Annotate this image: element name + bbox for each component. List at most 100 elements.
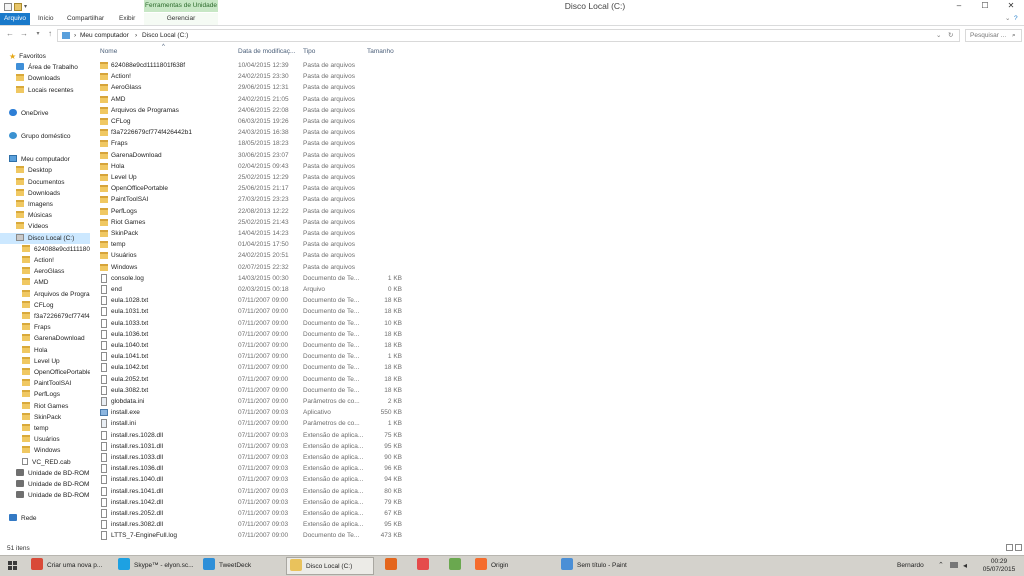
nav-item[interactable]: Vídeos xyxy=(16,221,48,232)
network-tray-icon[interactable] xyxy=(950,562,958,568)
column-name[interactable]: Nome xyxy=(100,47,117,57)
file-row[interactable]: LTTS_7-EngineFull.log 07/11/2007 09:00 Doc… xyxy=(98,530,408,541)
file-row[interactable]: Hola 02/04/2015 09:43 Pasta de arquivos xyxy=(98,161,408,172)
file-row[interactable]: install.res.3082.dll 07/11/2007 09:03 Exte… xyxy=(98,519,408,530)
nav-item[interactable]: Desktop xyxy=(16,165,52,176)
file-row[interactable]: SkinPack 14/04/2015 14:23 Pasta de arquivo… xyxy=(98,228,408,239)
file-row[interactable]: eula.2052.txt 07/11/2007 09:00 Documento d… xyxy=(98,374,408,385)
taskbar-item[interactable] xyxy=(440,557,470,575)
maximize-button[interactable]: ☐ xyxy=(972,0,998,12)
file-row[interactable]: install.res.1028.dll 07/11/2007 09:03 Exte… xyxy=(98,430,408,441)
file-row[interactable]: install.res.1036.dll 07/11/2007 09:03 Exte… xyxy=(98,463,408,474)
taskbar-item[interactable]: TweetDeck xyxy=(200,557,284,575)
file-row[interactable]: eula.1042.txt 07/11/2007 09:00 Documento d… xyxy=(98,362,408,373)
back-icon[interactable]: ← xyxy=(5,29,15,39)
address-dropdown-icon[interactable]: ⌄ xyxy=(936,30,941,41)
nav-item[interactable]: Windows xyxy=(22,445,60,456)
nav-item[interactable]: Fraps xyxy=(22,322,51,333)
nav-item[interactable]: f3a7226679cf774f426442b1 xyxy=(22,311,90,322)
tray-chevron-icon[interactable]: ⌃ xyxy=(938,561,944,569)
file-row[interactable]: Usuários 24/02/2015 20:51 Pasta de arquivo… xyxy=(98,250,408,261)
file-row[interactable]: console.log 14/03/2015 00:30 Documento de … xyxy=(98,273,408,284)
minimize-button[interactable]: – xyxy=(946,0,972,12)
file-row[interactable]: Action! 24/02/2015 23:30 Pasta de arquivos xyxy=(98,71,408,82)
file-row[interactable]: install.exe 07/11/2007 09:03 Aplicativo 550… xyxy=(98,407,408,418)
nav-item[interactable]: Documentos xyxy=(16,177,65,188)
file-row[interactable]: eula.1031.txt 07/11/2007 09:00 Documento d… xyxy=(98,306,408,317)
file-row[interactable]: Fraps 18/05/2015 18:23 Pasta de arquivos xyxy=(98,138,408,149)
breadcrumb-computer[interactable]: Meu computador xyxy=(80,30,129,41)
nav-item[interactable]: Rede xyxy=(9,513,37,524)
nav-item[interactable]: Arquivos de Programas xyxy=(22,289,90,300)
file-row[interactable]: install.res.1040.dll 07/11/2007 09:03 Exte… xyxy=(98,474,408,485)
taskbar-item[interactable]: Criar uma nova p... xyxy=(28,557,112,575)
nav-item[interactable]: GarenaDownload xyxy=(22,333,85,344)
nav-item[interactable]: Usuários xyxy=(22,434,60,445)
file-row[interactable]: eula.1041.txt 07/11/2007 09:00 Documento d… xyxy=(98,351,408,362)
nav-item[interactable]: VC_RED.cab xyxy=(22,457,71,468)
taskbar-item[interactable] xyxy=(408,557,438,575)
file-row[interactable]: install.res.1033.dll 07/11/2007 09:03 Exte… xyxy=(98,452,408,463)
nav-item[interactable]: SkinPack xyxy=(22,412,61,423)
taskbar-item[interactable]: Sem título - Paint xyxy=(558,557,642,575)
details-view-icon[interactable] xyxy=(1006,544,1013,551)
file-row[interactable]: Riot Games 25/02/2015 21:43 Pasta de arqui… xyxy=(98,217,408,228)
file-row[interactable]: PaintToolSAI 27/03/2015 23:23 Pasta de arq… xyxy=(98,194,408,205)
nav-item[interactable]: Músicas xyxy=(16,210,52,221)
nav-item[interactable]: OpenOfficePortable xyxy=(22,367,90,378)
nav-item[interactable]: Unidade de BD-ROM ( xyxy=(16,468,90,479)
file-row[interactable]: install.res.1042.dll 07/11/2007 09:03 Exte… xyxy=(98,497,408,508)
nav-item[interactable]: temp xyxy=(22,423,48,434)
nav-item[interactable]: Downloads xyxy=(16,188,60,199)
nav-item[interactable]: AeroGlass xyxy=(22,266,64,277)
file-row[interactable]: OpenOfficePortable 25/06/2015 21:17 Pasta … xyxy=(98,183,408,194)
volume-icon[interactable]: ◂ xyxy=(963,561,967,570)
properties-icon[interactable] xyxy=(4,2,12,11)
file-row[interactable]: GarenaDownload 30/06/2015 23:07 Pasta de a… xyxy=(98,150,408,161)
nav-item[interactable]: Unidade de BD-ROM ( xyxy=(16,479,90,490)
nav-item[interactable]: ★ Favoritos xyxy=(9,51,46,62)
taskbar-user[interactable]: Bernardo xyxy=(897,556,924,576)
nav-item[interactable]: Locais recentes xyxy=(16,85,74,96)
file-row[interactable]: AeroGlass 29/06/2015 12:31 Pasta de arquiv… xyxy=(98,82,408,93)
file-row[interactable]: install.res.1031.dll 07/11/2007 09:03 Exte… xyxy=(98,441,408,452)
nav-item[interactable]: OneDrive xyxy=(9,108,48,119)
nav-item[interactable]: Unidade de BD-ROM ( xyxy=(16,490,90,501)
file-row[interactable]: eula.1033.txt 07/11/2007 09:00 Documento d… xyxy=(98,318,408,329)
file-row[interactable]: Windows 02/07/2015 22:32 Pasta de arquivos xyxy=(98,262,408,273)
file-row[interactable]: PerfLogs 22/08/2013 12:22 Pasta de arquivo… xyxy=(98,206,408,217)
nav-item[interactable]: Área de Trabalho xyxy=(16,62,78,73)
nav-item[interactable]: Riot Games xyxy=(22,401,68,412)
nav-item[interactable]: Downloads xyxy=(16,73,60,84)
file-row[interactable]: eula.1028.txt 07/11/2007 09:00 Documento d… xyxy=(98,295,408,306)
nav-item[interactable]: 624088e9cd1111801f638f xyxy=(22,244,90,255)
nav-item[interactable]: Grupo doméstico xyxy=(9,131,71,142)
file-row[interactable]: eula.3082.txt 07/11/2007 09:00 Documento d… xyxy=(98,385,408,396)
file-row[interactable]: Level Up 25/02/2015 12:29 Pasta de arquivo… xyxy=(98,172,408,183)
file-row[interactable]: Arquivos de Programas 24/06/2015 22:08 Pas… xyxy=(98,105,408,116)
file-row[interactable]: f3a7226679cf774f426442b1 24/03/2015 16:38… xyxy=(98,127,408,138)
nav-item[interactable]: CFLog xyxy=(22,300,54,311)
file-row[interactable]: temp 01/04/2015 17:50 Pasta de arquivos xyxy=(98,239,408,250)
file-row[interactable]: install.res.2052.dll 07/11/2007 09:03 Exte… xyxy=(98,508,408,519)
large-icons-view-icon[interactable] xyxy=(1015,544,1022,551)
file-row[interactable]: install.ini 07/11/2007 09:00 Parâmetros de… xyxy=(98,418,408,429)
file-row[interactable]: end 02/03/2015 00:18 Arquivo 0 KB xyxy=(98,284,408,295)
refresh-icon[interactable]: ↻ xyxy=(948,30,953,41)
address-bar[interactable]: › Meu computador › Disco Local (C:) ⌄ ↻ xyxy=(57,29,960,42)
file-row[interactable]: CFLog 06/03/2015 19:26 Pasta de arquivos xyxy=(98,116,408,127)
file-row[interactable]: globdata.ini 07/11/2007 09:00 Parâmetros d… xyxy=(98,396,408,407)
nav-item[interactable]: PerfLogs xyxy=(22,389,60,400)
qat-dropdown-icon[interactable]: ▾ xyxy=(24,3,27,10)
new-folder-icon[interactable] xyxy=(14,2,22,11)
nav-item[interactable]: Level Up xyxy=(22,356,60,367)
file-row[interactable]: eula.1036.txt 07/11/2007 09:00 Documento d… xyxy=(98,329,408,340)
tab-exibir[interactable]: Exibir xyxy=(119,13,135,25)
taskbar-item[interactable] xyxy=(376,557,406,575)
column-size[interactable]: Tamanho xyxy=(367,47,394,57)
column-date[interactable]: Data de modificaç... xyxy=(238,47,295,57)
start-button[interactable] xyxy=(0,556,28,576)
expand-ribbon-icon[interactable]: ⌄ xyxy=(1005,13,1010,25)
nav-item[interactable]: Disco Local (C:) xyxy=(0,232,90,244)
file-row[interactable]: eula.1040.txt 07/11/2007 09:00 Documento d… xyxy=(98,340,408,351)
